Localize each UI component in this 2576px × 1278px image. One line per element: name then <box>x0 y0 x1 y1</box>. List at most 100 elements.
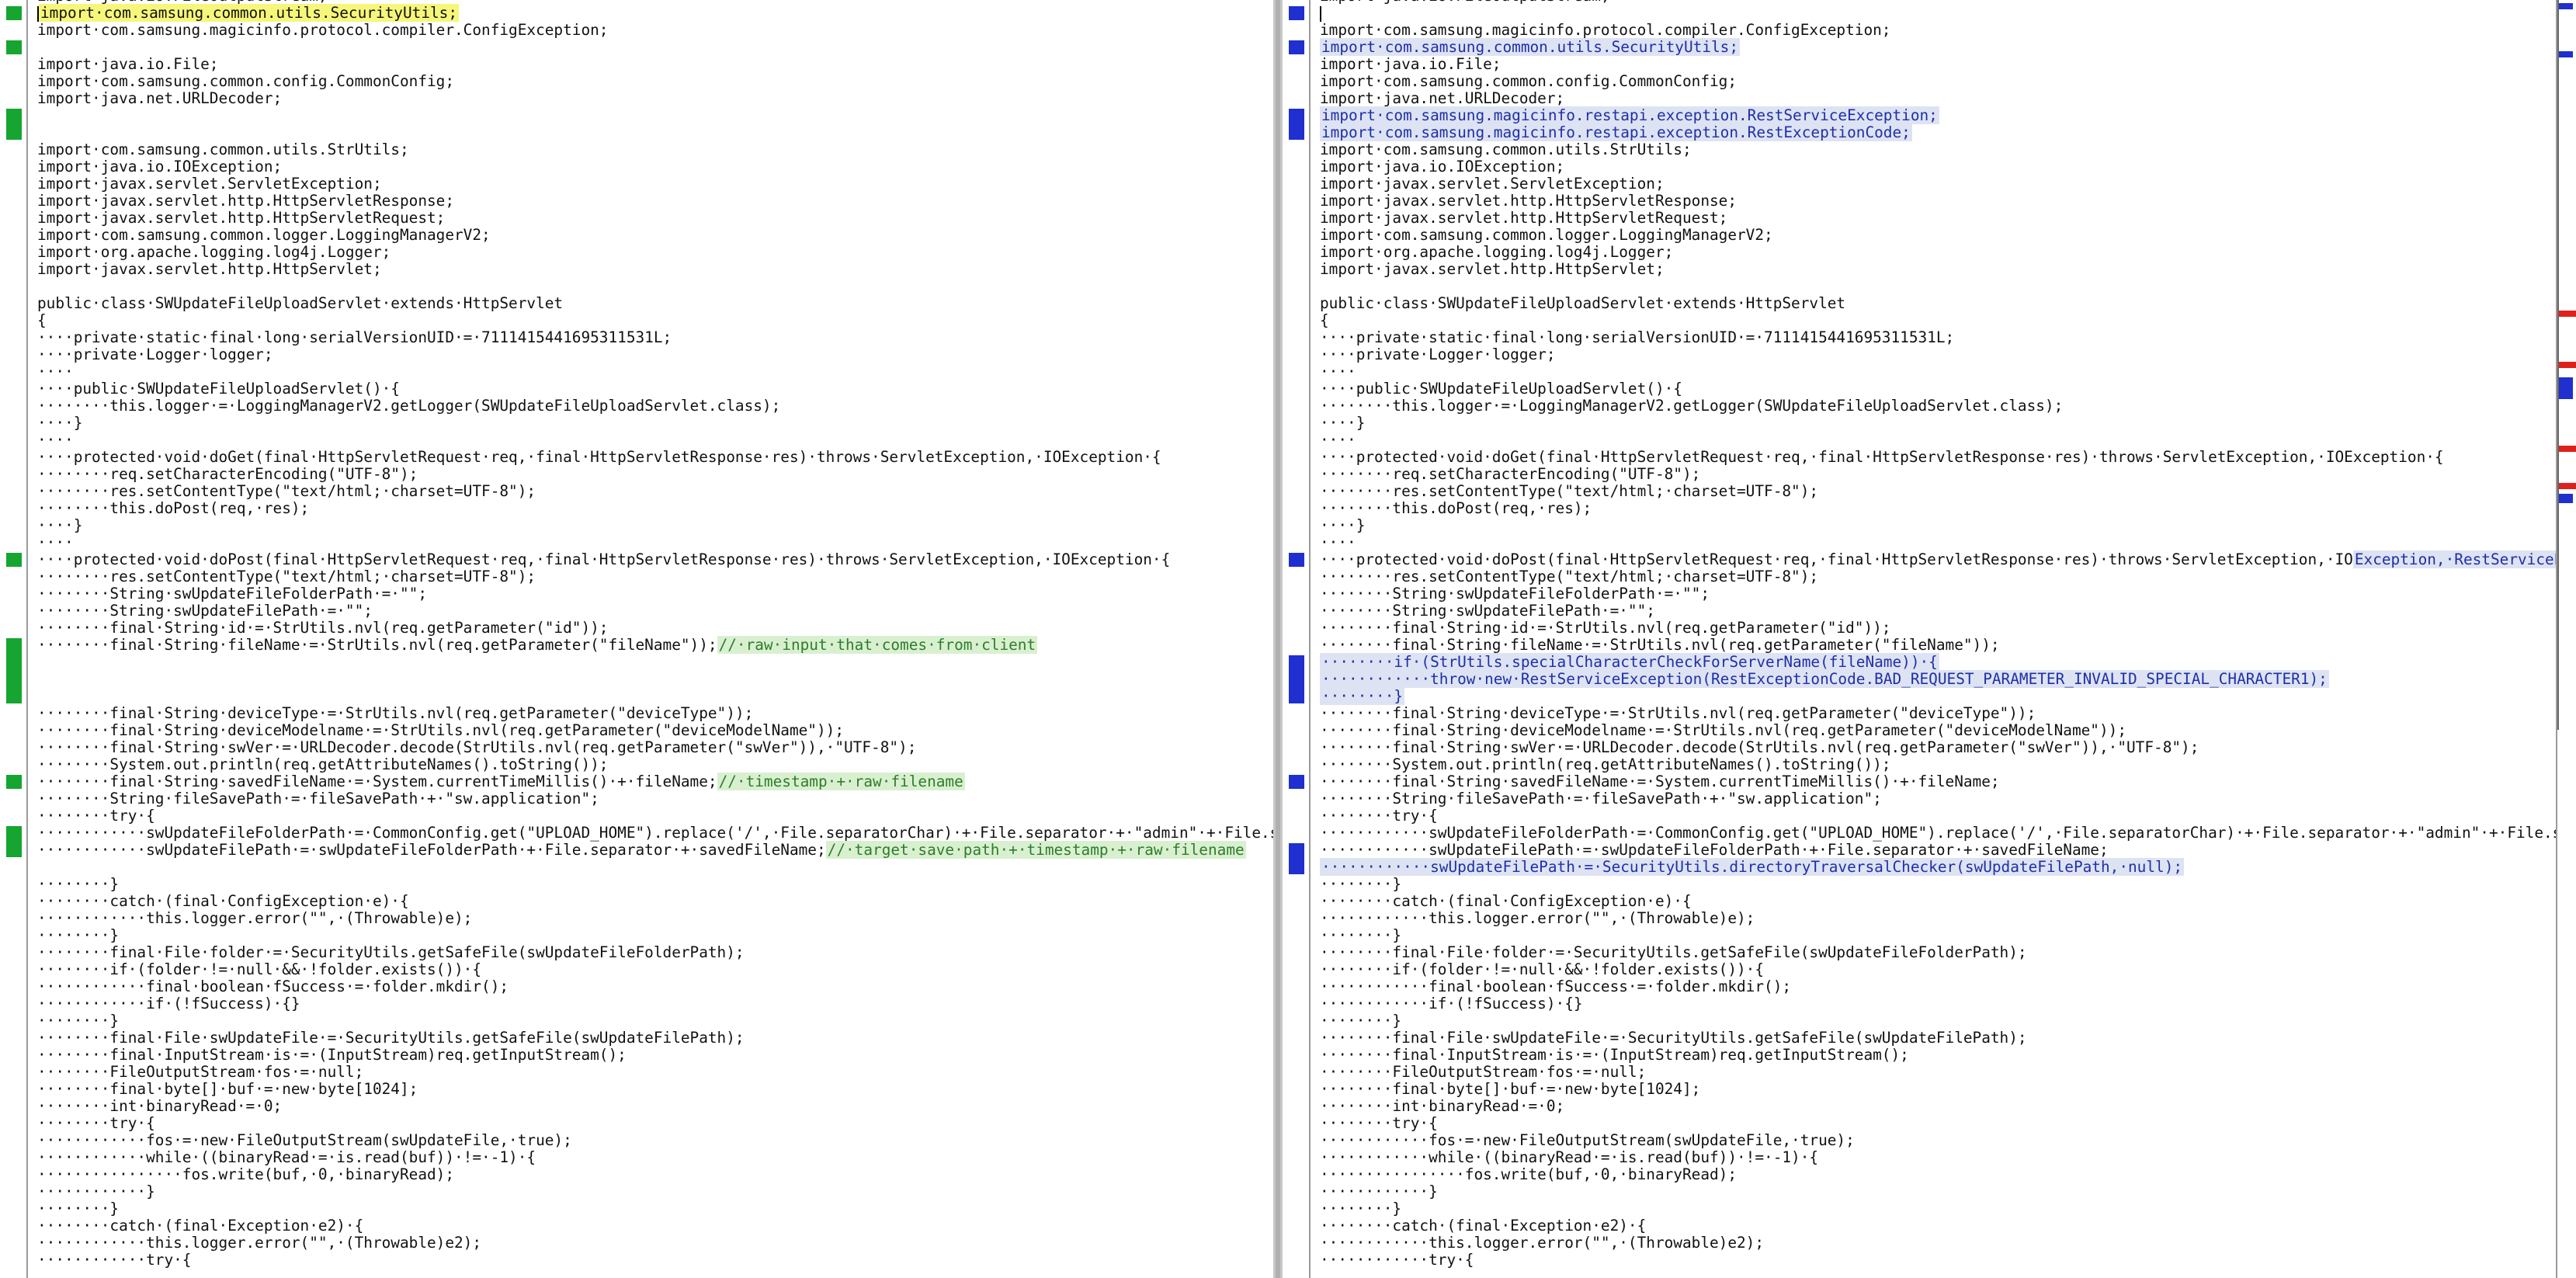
code-line[interactable]: import·com.samsung.common.utils.Security… <box>37 4 1273 22</box>
diff-change-marker[interactable] <box>6 40 22 54</box>
code-line[interactable]: ····} <box>37 415 1273 432</box>
code-line[interactable]: ········final·String·id·=·StrUtils.nvl(r… <box>1320 620 2556 637</box>
code-line[interactable]: ········FileOutputStream·fos·=·null; <box>37 1064 1273 1081</box>
code-line[interactable]: public·class·SWUpdateFileUploadServlet·e… <box>37 295 1273 312</box>
code-line[interactable]: import·com.samsung.common.logger.Logging… <box>1320 227 2556 244</box>
code-line[interactable]: import·org.apache.logging.log4j.Logger; <box>37 244 1273 261</box>
code-line[interactable]: ············fos·=·new·FileOutputStream(s… <box>1320 1132 2556 1149</box>
code-line[interactable]: import·java.io.File; <box>37 56 1273 73</box>
code-line[interactable]: ············this.logger.error("",·(Throw… <box>1320 1235 2556 1252</box>
code-line[interactable]: ········String·swUpdateFileFolderPath·=·… <box>37 585 1273 603</box>
code-line[interactable]: ········final·String·fileName·=·StrUtils… <box>1320 637 2556 654</box>
diff-change-marker[interactable] <box>6 6 22 20</box>
code-line[interactable]: ············try·{ <box>1320 1252 2556 1269</box>
code-line[interactable]: ···· <box>37 432 1273 449</box>
code-line[interactable]: ········catch·(final·ConfigException·e)·… <box>37 893 1273 910</box>
code-line[interactable]: import·java.io.File; <box>1320 56 2556 73</box>
code-line[interactable]: ····private·Logger·logger; <box>1320 346 2556 363</box>
diff-change-marker[interactable] <box>6 553 22 567</box>
code-line[interactable]: ········try·{ <box>1320 807 2556 825</box>
code-line[interactable]: ········this.doPost(req,·res); <box>37 500 1273 517</box>
code-line[interactable]: ············throw·new·RestServiceExcepti… <box>1320 670 2556 688</box>
diff-change-marker[interactable] <box>6 109 22 140</box>
code-line[interactable]: ········req.setCharacterEncoding("UTF-8"… <box>37 466 1273 483</box>
code-line[interactable]: ········final·File·folder·=·SecurityUtil… <box>37 944 1273 961</box>
code-line[interactable]: import·com.samsung.magicinfo.protocol.co… <box>37 22 1273 39</box>
code-line[interactable] <box>37 39 1273 56</box>
code-line[interactable]: ············fos·=·new·FileOutputStream(s… <box>37 1132 1273 1149</box>
code-line[interactable]: ········} <box>1320 927 2556 944</box>
code-line[interactable]: ········req.setCharacterEncoding("UTF-8"… <box>1320 466 2556 483</box>
code-line[interactable]: ····protected·void·doPost(final·HttpServ… <box>37 551 1273 568</box>
code-line[interactable]: ········this.doPost(req,·res); <box>1320 500 2556 517</box>
code-line[interactable]: import·javax.servlet.http.HttpServlet; <box>37 261 1273 278</box>
minimap-marker-added[interactable] <box>2559 494 2573 503</box>
code-line[interactable]: import·com.samsung.common.utils.StrUtils… <box>1320 141 2556 158</box>
diff-change-marker[interactable] <box>6 775 22 789</box>
code-line[interactable]: ············while·((binaryRead·=·is.read… <box>37 1149 1273 1166</box>
code-line[interactable]: ····protected·void·doGet(final·HttpServl… <box>37 449 1273 466</box>
pane-splitter[interactable] <box>1273 0 1283 1278</box>
code-line[interactable]: ····} <box>1320 415 2556 432</box>
minimap-marker-added[interactable] <box>2559 51 2573 57</box>
code-line[interactable]: ············try·{ <box>37 1252 1273 1269</box>
code-line[interactable]: ············swUpdateFilePath·=·SecurityU… <box>1320 858 2556 876</box>
code-line[interactable]: ········if·(folder·!=·null·&&·!folder.ex… <box>37 961 1273 978</box>
code-line[interactable]: ············while·((binaryRead·=·is.read… <box>1320 1149 2556 1166</box>
code-line[interactable]: ········final·InputStream·is·=·(InputStr… <box>37 1047 1273 1064</box>
code-line[interactable] <box>37 124 1273 141</box>
code-line[interactable]: ············if·(!fSuccess)·{} <box>1320 995 2556 1012</box>
code-line[interactable]: ········String·fileSavePath·=·fileSavePa… <box>37 790 1273 807</box>
code-line[interactable] <box>1320 5 2556 22</box>
code-line[interactable]: import·javax.servlet.http.HttpServletRes… <box>1320 193 2556 210</box>
code-line[interactable]: ········final·String·deviceModelname·=·S… <box>1320 722 2556 739</box>
diff-change-marker[interactable] <box>1289 109 1304 140</box>
code-line[interactable]: ········String·swUpdateFilePath·=·""; <box>37 603 1273 620</box>
code-line[interactable]: { <box>1320 312 2556 329</box>
diff-change-marker[interactable] <box>1289 655 1304 703</box>
code-line[interactable]: ········catch·(final·Exception·e2)·{ <box>37 1217 1273 1235</box>
code-line[interactable]: ········res.setContentType("text/html;·c… <box>37 568 1273 585</box>
code-line[interactable]: ········this.logger·=·LoggingManagerV2.g… <box>37 398 1273 415</box>
diff-change-marker[interactable] <box>1289 843 1304 874</box>
code-line[interactable]: import·com.samsung.common.utils.StrUtils… <box>37 141 1273 158</box>
diff-change-marker[interactable] <box>1289 775 1304 789</box>
code-line[interactable]: ········} <box>37 1012 1273 1030</box>
code-line[interactable] <box>37 107 1273 124</box>
code-line[interactable]: ············swUpdateFilePath·=·swUpdateF… <box>1320 842 2556 859</box>
code-line[interactable]: ········final·String·deviceType·=·StrUti… <box>37 705 1273 722</box>
code-line[interactable]: ········try·{ <box>1320 1115 2556 1132</box>
code-line[interactable]: ········} <box>1320 687 2556 705</box>
minimap-marker-added[interactable] <box>2559 3 2573 9</box>
code-line[interactable]: import·javax.servlet.http.HttpServlet; <box>1320 261 2556 278</box>
splitter-grip[interactable] <box>1276 0 1280 1278</box>
code-line[interactable]: ···· <box>37 363 1273 380</box>
code-line[interactable]: ············this.logger.error("",·(Throw… <box>37 1235 1273 1252</box>
code-line[interactable]: import·com.samsung.common.config.CommonC… <box>1320 73 2556 90</box>
code-line[interactable]: ········String·swUpdateFileFolderPath·=·… <box>1320 585 2556 603</box>
code-line[interactable]: ············final·boolean·fSuccess·=·fol… <box>1320 978 2556 995</box>
code-line[interactable]: ········final·String·deviceModelname·=·S… <box>37 722 1273 739</box>
code-line[interactable]: ············} <box>1320 1183 2556 1200</box>
code-line[interactable]: ········} <box>37 927 1273 944</box>
code-line[interactable]: ········System.out.println(req.getAttrib… <box>1320 756 2556 773</box>
code-line[interactable]: ········} <box>37 1200 1273 1217</box>
code-line[interactable]: ········final·String·swVer·=·URLDecoder.… <box>37 739 1273 756</box>
code-line[interactable]: ········final·String·deviceType·=·StrUti… <box>1320 705 2556 722</box>
code-line[interactable]: ········res.setContentType("text/html;·c… <box>1320 568 2556 585</box>
code-line[interactable] <box>37 688 1273 705</box>
code-line[interactable]: ········final·InputStream·is·=·(InputStr… <box>1320 1047 2556 1064</box>
code-line[interactable]: ····private·static·final·long·serialVers… <box>37 329 1273 346</box>
code-line[interactable]: import·com.samsung.common.config.CommonC… <box>37 73 1273 90</box>
code-line[interactable]: ········final·String·id·=·StrUtils.nvl(r… <box>37 620 1273 637</box>
code-line[interactable]: import·com.samsung.magicinfo.restapi.exc… <box>1320 123 2556 141</box>
code-line[interactable]: ········catch·(final·ConfigException·e)·… <box>1320 893 2556 910</box>
diff-change-marker[interactable] <box>6 826 22 857</box>
left-code-view[interactable]: import·java.io.FileOutputStream;import·c… <box>37 0 1273 1269</box>
code-line[interactable]: ········if·(StrUtils.specialCharacterChe… <box>1320 653 2556 671</box>
code-line[interactable]: ········try·{ <box>37 1115 1273 1132</box>
code-line[interactable]: ···· <box>37 534 1273 551</box>
code-line[interactable] <box>37 671 1273 688</box>
code-line[interactable] <box>37 278 1273 295</box>
code-line[interactable]: ········int·binaryRead·=·0; <box>37 1098 1273 1115</box>
